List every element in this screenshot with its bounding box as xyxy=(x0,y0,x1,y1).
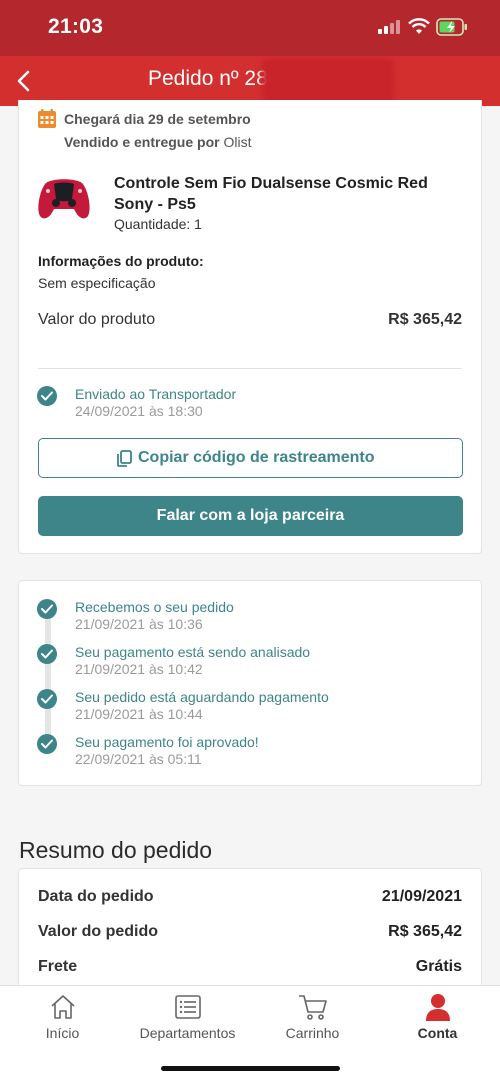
sold-by: Vendido e entregue por Olist xyxy=(64,134,251,150)
check-icon xyxy=(37,644,57,664)
contact-store-button[interactable]: Falar com a loja parceira xyxy=(38,496,463,536)
copy-tracking-label: Copiar código de rastreamento xyxy=(138,449,375,466)
timeline-date: 21/09/2021 às 10:44 xyxy=(75,706,203,722)
list-icon xyxy=(174,995,201,1019)
product-value: R$ 365,42 xyxy=(388,311,462,328)
page-title: Pedido nº 28 xyxy=(148,67,268,90)
timeline-date: 21/09/2021 às 10:42 xyxy=(75,661,203,677)
timeline-label: Seu pedido está aguardando pagamento xyxy=(75,689,329,705)
timeline-label: Seu pagamento está sendo analisado xyxy=(75,644,311,660)
timeline-date: 22/09/2021 às 05:11 xyxy=(75,751,202,767)
check-icon xyxy=(37,599,57,619)
check-icon xyxy=(37,386,57,406)
shipping-status: Enviado ao Transportador xyxy=(75,386,237,402)
tab-label: Carrinho xyxy=(285,1025,340,1041)
summary-row-label: Data do pedido xyxy=(38,888,154,905)
summary-title: Resumo do pedido xyxy=(19,837,213,863)
tab-departments[interactable]: Departamentos xyxy=(125,986,250,1056)
product-name[interactable]: Controle Sem Fio Dualsense Cosmic Red So… xyxy=(114,173,454,215)
copy-tracking-button[interactable]: Copiar código de rastreamento xyxy=(38,438,463,478)
redacted-order-number xyxy=(262,58,394,104)
product-info-value: Sem especificação xyxy=(38,275,156,291)
calendar-icon xyxy=(38,109,56,128)
cart-icon xyxy=(298,995,327,1020)
timeline-line xyxy=(45,612,51,742)
copy-icon xyxy=(117,450,132,467)
delivery-date: Chegará dia 29 de setembro xyxy=(64,111,251,127)
summary-row-label: Valor do pedido xyxy=(38,923,159,940)
check-icon xyxy=(37,689,57,709)
nav-bar: Pedido nº 28 xyxy=(0,56,500,106)
wifi-icon xyxy=(408,18,430,34)
timeline-date: 21/09/2021 às 10:36 xyxy=(75,616,203,632)
tab-home[interactable]: Início xyxy=(0,986,125,1056)
sold-by-label: Vendido e entregue por xyxy=(64,134,220,150)
summary-row-value: 21/09/2021 xyxy=(381,888,462,905)
home-icon xyxy=(50,995,75,1019)
summary-row-value: R$ 365,42 xyxy=(388,923,462,940)
tab-label: Início xyxy=(45,1025,80,1041)
home-indicator xyxy=(161,1066,340,1071)
summary-row-label: Frete xyxy=(38,958,78,975)
timeline-label: Recebemos o seu pedido xyxy=(75,599,234,615)
shipping-date: 24/09/2021 às 18:30 xyxy=(75,403,203,419)
tab-label: Departamentos xyxy=(139,1025,236,1041)
summary-row-value: Grátis xyxy=(415,958,462,975)
tab-account[interactable]: Conta xyxy=(375,986,500,1056)
seller-name: Olist xyxy=(223,134,252,150)
battery-icon xyxy=(436,18,467,36)
tab-label: Conta xyxy=(417,1025,458,1041)
user-icon xyxy=(425,994,450,1021)
product-info-label: Informações do produto: xyxy=(38,253,204,269)
status-time: 21:03 xyxy=(48,15,104,38)
status-bar: 21:03 xyxy=(0,0,500,56)
product-image xyxy=(38,179,90,219)
timeline-label: Seu pagamento foi aprovado! xyxy=(75,734,259,750)
check-icon xyxy=(37,734,57,754)
product-quantity: Quantidade: 1 xyxy=(114,216,202,232)
back-arrow-icon[interactable] xyxy=(10,66,40,96)
product-value-label: Valor do produto xyxy=(38,311,156,328)
signal-icon xyxy=(378,20,400,34)
tab-cart[interactable]: Carrinho xyxy=(250,986,375,1056)
divider xyxy=(38,368,462,369)
